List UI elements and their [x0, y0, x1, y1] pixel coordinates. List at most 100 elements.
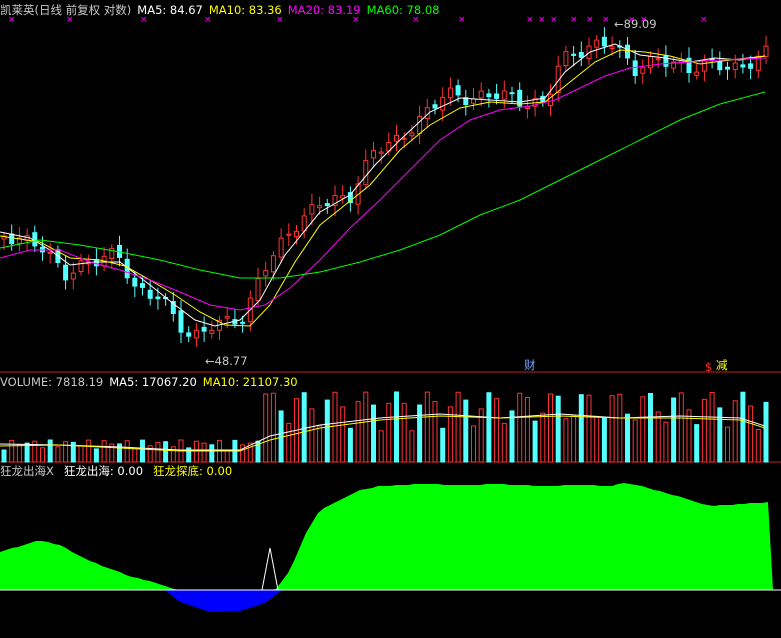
- ma5-line: [0, 43, 766, 327]
- candlestick: [294, 230, 299, 238]
- candlestick: [501, 90, 507, 100]
- volume-bar: [263, 393, 269, 463]
- volume-bar: [324, 399, 330, 463]
- finance-event-marker[interactable]: 财: [524, 358, 536, 372]
- candlestick: [509, 92, 515, 95]
- volume-bar: [471, 425, 476, 463]
- volume-bar: [617, 393, 623, 463]
- volume-bar: [455, 391, 461, 463]
- volume-bar: [86, 439, 92, 463]
- candlestick: [78, 260, 84, 272]
- candlestick: [301, 215, 307, 232]
- volume-bar: [463, 399, 469, 463]
- volume-bar: [347, 427, 353, 463]
- candlestick: [717, 61, 723, 71]
- volume-bar: [409, 430, 415, 463]
- volume-bar: [548, 393, 553, 463]
- volume-bar: [401, 402, 407, 463]
- candlestick: [594, 39, 600, 48]
- volume-bar: [755, 429, 761, 463]
- volume-bar: [563, 418, 569, 463]
- candlestick: [601, 36, 607, 47]
- volume-ma10-label: MA10: 21107.30: [202, 375, 298, 389]
- volume-bar: [278, 410, 284, 463]
- volume-bar: [571, 414, 577, 463]
- volume-bar: [270, 392, 276, 463]
- ma20-line: [0, 57, 766, 311]
- volume-bar: [432, 401, 438, 463]
- candlestick: [455, 85, 461, 96]
- volume-bar: [717, 407, 723, 463]
- candlestick: [609, 46, 615, 50]
- candlestick: [732, 62, 738, 71]
- candlestick: [324, 203, 330, 207]
- dividend-event-marker[interactable]: $: [705, 360, 712, 374]
- candlestick: [263, 270, 269, 277]
- candlestick: [440, 96, 446, 111]
- volume-bar: [748, 405, 754, 463]
- candlestick: [471, 98, 476, 104]
- candlestick: [63, 264, 69, 281]
- volume-bar: [386, 402, 392, 463]
- candlestick: [186, 332, 192, 337]
- volume-bar: [301, 392, 307, 463]
- volume-bar: [240, 444, 246, 463]
- candlestick: [748, 63, 754, 69]
- candlestick: [447, 87, 453, 99]
- ma10-label: MA10: 83.36: [208, 3, 282, 17]
- candlestick: [155, 296, 161, 300]
- volume-bar: [378, 430, 384, 463]
- candlestick: [417, 116, 423, 134]
- volume-bar: [47, 439, 53, 463]
- candlestick: [317, 205, 323, 209]
- volume-bar: [732, 400, 738, 463]
- volume-bar: [725, 426, 730, 463]
- candlestick: [401, 137, 407, 140]
- candlestick: [432, 104, 438, 109]
- candlestick: [201, 326, 207, 332]
- cross-marker: ×: [538, 15, 546, 25]
- price-panel-header: 凯莱英(日线 前复权 对数) MA5: 84.67 MA10: 83.36 MA20:…: [0, 3, 445, 17]
- candlestick: [578, 52, 584, 58]
- candlestick: [640, 67, 646, 74]
- cross-marker: ×: [550, 15, 558, 25]
- indicator-negative-area: [165, 590, 282, 612]
- volume-bar: [501, 422, 507, 463]
- candlestick: [371, 150, 376, 159]
- volume-label: VOLUME: 7818.19: [0, 375, 104, 389]
- candlestick: [147, 289, 153, 299]
- candlestick: [70, 272, 76, 280]
- volume-ma5-label: MA5: 17067.20: [109, 375, 197, 389]
- volume-bar: [524, 396, 530, 463]
- volume-panel-header: VOLUME: 7818.19 MA5: 17067.20 MA10: 21107.…: [0, 375, 304, 389]
- volume-bar: [78, 445, 84, 463]
- volume-bar: [170, 446, 176, 463]
- volume-bar: [663, 421, 669, 463]
- volume-bar: [601, 417, 607, 463]
- chart-canvas[interactable]: × × × × × × × × × × × × × × × × ×: [0, 0, 781, 638]
- volume-bar: [632, 419, 638, 463]
- cross-marker: ×: [458, 15, 466, 25]
- candlestick: [486, 93, 492, 98]
- volume-bar: [678, 392, 684, 463]
- candlestick: [478, 90, 484, 99]
- cross-marker: ×: [526, 15, 534, 25]
- volume-bar: [132, 448, 138, 463]
- reduce-event-marker[interactable]: 减: [716, 358, 728, 372]
- volume-bar: [101, 440, 107, 463]
- candlestick: [193, 329, 199, 339]
- cross-marker: ×: [602, 15, 610, 25]
- volume-bar: [709, 392, 715, 463]
- volume-bar: [517, 392, 523, 463]
- indicator-spike: [261, 547, 279, 591]
- candlestick: [255, 278, 261, 302]
- volume-bar: [309, 408, 315, 463]
- indicator-positive-area: [0, 483, 773, 590]
- candlestick: [340, 195, 346, 199]
- volume-bar: [424, 391, 430, 463]
- volume-bar: [763, 401, 769, 463]
- volume-bar: [317, 425, 323, 463]
- candlestick: [701, 59, 707, 72]
- volume-bar: [371, 404, 376, 463]
- volume-bar: [1, 449, 7, 463]
